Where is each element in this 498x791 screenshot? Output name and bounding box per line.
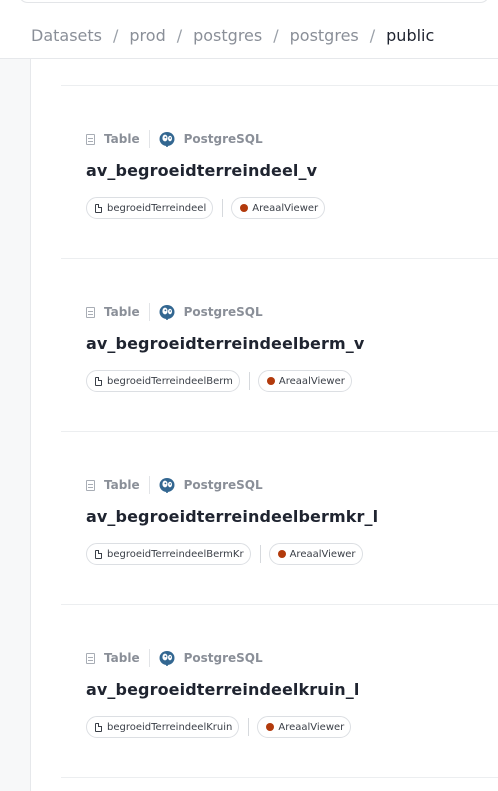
breadcrumb-separator: / xyxy=(113,25,119,45)
top-bar: Datasets / prod / postgres / postgres / … xyxy=(0,0,498,59)
owner-dot-icon xyxy=(266,723,275,731)
breadcrumb-item-postgres-platform[interactable]: postgres xyxy=(193,26,262,45)
tag-divider xyxy=(248,718,250,736)
result-card[interactable]: Table PostgreSQL av_begroeidterreindeelb… xyxy=(61,259,498,431)
result-meta: Table PostgreSQL xyxy=(86,303,263,321)
search-bar[interactable] xyxy=(18,0,490,3)
meta-divider xyxy=(148,130,150,148)
platform-label: PostgreSQL xyxy=(183,305,263,319)
result-card[interactable]: Table PostgreSQL av_begroeidterreindeelk… xyxy=(61,605,498,777)
tag-divider xyxy=(222,199,224,217)
result-tags: begroeidTerreindeelBermKr AreaalViewer xyxy=(86,543,363,565)
left-rail xyxy=(0,59,31,791)
result-meta: Table PostgreSQL xyxy=(86,649,263,667)
entity-type-label: Table xyxy=(104,478,140,492)
breadcrumb-item-postgres-database[interactable]: postgres xyxy=(290,26,359,45)
breadcrumb-item-prod[interactable]: prod xyxy=(129,26,165,45)
glossary-term-tag[interactable]: begroeidTerreindeel xyxy=(86,197,214,219)
glossary-term-tag[interactable]: begroeidTerreindeelBerm xyxy=(86,370,240,392)
breadcrumb-item-current: public xyxy=(386,25,435,45)
entity-type-label: Table xyxy=(104,132,140,146)
platform-label: PostgreSQL xyxy=(183,132,263,146)
owner-label: AreaalViewer xyxy=(278,375,345,387)
glossary-term-icon xyxy=(95,376,102,386)
owner-tag[interactable]: AreaalViewer xyxy=(268,543,363,565)
owner-tag[interactable]: AreaalViewer xyxy=(231,197,326,219)
table-icon xyxy=(86,306,95,318)
breadcrumb-item-datasets[interactable]: Datasets xyxy=(31,26,102,45)
table-icon xyxy=(86,133,95,145)
breadcrumb-separator: / xyxy=(176,25,183,45)
glossary-term-tag[interactable]: begroeidTerreindeelKruin xyxy=(86,716,240,738)
postgresql-icon xyxy=(159,650,175,666)
owner-label: AreaalViewer xyxy=(289,548,356,560)
owner-label: AreaalViewer xyxy=(278,721,345,733)
owner-tag[interactable]: AreaalViewer xyxy=(257,716,352,738)
result-title[interactable]: av_begroeidterreindeelberm_v xyxy=(86,334,364,353)
owner-label: AreaalViewer xyxy=(252,202,319,214)
result-tags: begroeidTerreindeelBerm AreaalViewer xyxy=(86,370,352,392)
table-icon xyxy=(86,652,95,664)
platform-label: PostgreSQL xyxy=(183,651,263,665)
tag-divider xyxy=(259,545,261,563)
owner-dot-icon xyxy=(240,204,249,212)
glossary-term-icon xyxy=(95,203,102,213)
owner-dot-icon xyxy=(266,377,275,385)
platform-label: PostgreSQL xyxy=(183,478,263,492)
result-tags: begroeidTerreindeelKruin AreaalViewer xyxy=(86,716,352,738)
breadcrumb-separator: / xyxy=(369,25,376,45)
meta-divider xyxy=(148,476,150,494)
entity-type-label: Table xyxy=(104,651,140,665)
glossary-term-label: begroeidTerreindeelBermKr xyxy=(107,548,244,560)
postgresql-icon xyxy=(159,304,175,320)
results-list: Table PostgreSQL av_begroeidterreindeel_… xyxy=(61,59,498,778)
result-tags: begroeidTerreindeel AreaalViewer xyxy=(86,197,326,219)
table-icon xyxy=(86,479,95,491)
result-title[interactable]: av_begroeidterreindeelbermkr_l xyxy=(86,507,378,526)
glossary-term-label: begroeidTerreindeelKruin xyxy=(107,721,233,733)
divider xyxy=(61,777,498,778)
result-title[interactable]: av_begroeidterreindeel_v xyxy=(86,161,317,180)
postgresql-icon xyxy=(159,477,175,493)
meta-divider xyxy=(148,649,150,667)
owner-tag[interactable]: AreaalViewer xyxy=(257,370,352,392)
postgresql-icon xyxy=(159,131,175,147)
tag-divider xyxy=(248,372,250,390)
glossary-term-icon xyxy=(95,549,102,559)
previous-result-tail xyxy=(61,59,498,85)
result-title[interactable]: av_begroeidterreindeelkruin_l xyxy=(86,680,360,699)
entity-type-label: Table xyxy=(104,305,140,319)
result-card[interactable]: Table PostgreSQL av_begroeidterreindeelb… xyxy=(61,432,498,604)
result-meta: Table PostgreSQL xyxy=(86,476,263,494)
glossary-term-icon xyxy=(95,722,102,732)
result-meta: Table PostgreSQL xyxy=(86,130,263,148)
breadcrumb-separator: / xyxy=(273,25,279,45)
meta-divider xyxy=(148,303,150,321)
owner-dot-icon xyxy=(277,550,286,558)
result-card[interactable]: Table PostgreSQL av_begroeidterreindeel_… xyxy=(61,86,498,258)
breadcrumb: Datasets / prod / postgres / postgres / … xyxy=(31,23,434,47)
glossary-term-label: begroeidTerreindeelBerm xyxy=(107,375,233,387)
glossary-term-tag[interactable]: begroeidTerreindeelBermKr xyxy=(86,543,251,565)
glossary-term-label: begroeidTerreindeel xyxy=(107,202,207,214)
